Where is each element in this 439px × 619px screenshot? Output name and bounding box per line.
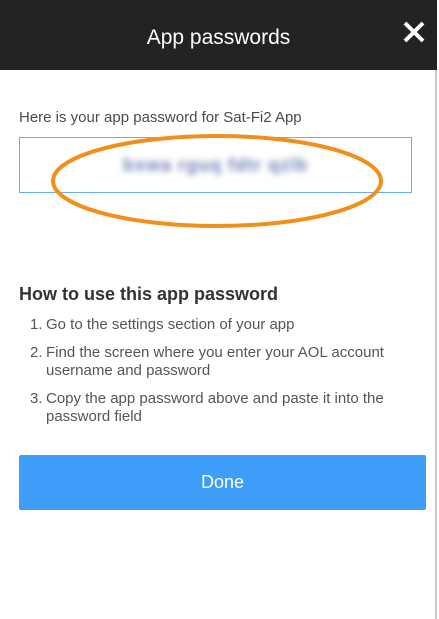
step-text: Go to the settings section of your app [46,316,295,333]
step-item: 3. Copy the app password above and paste… [30,390,410,426]
step-item: 1. Go to the settings section of your ap… [30,316,410,334]
close-icon [403,21,425,43]
app-passwords-dialog: App passwords Here is your app password … [0,0,437,619]
step-number: 3. [30,390,43,407]
app-password-value: bxwa rguq fdtr qzlb [123,155,308,175]
done-button[interactable]: Done [19,455,426,510]
step-item: 2. Find the screen where you enter your … [30,344,410,380]
howto-title: How to use this app password [19,284,279,304]
dialog-header: App passwords [0,0,437,70]
dialog-title: App passwords [146,26,291,49]
step-text: Find the screen where you enter your AOL… [46,344,384,379]
step-number: 1. [30,316,43,333]
close-button[interactable] [397,15,431,49]
howto-steps: 1. Go to the settings section of your ap… [30,316,410,436]
intro-text: Here is your app password for Sat-Fi2 Ap… [19,109,302,126]
step-text: Copy the app password above and paste it… [46,390,384,425]
step-number: 2. [30,344,43,361]
app-password-field[interactable]: bxwa rguq fdtr qzlb [19,137,412,193]
